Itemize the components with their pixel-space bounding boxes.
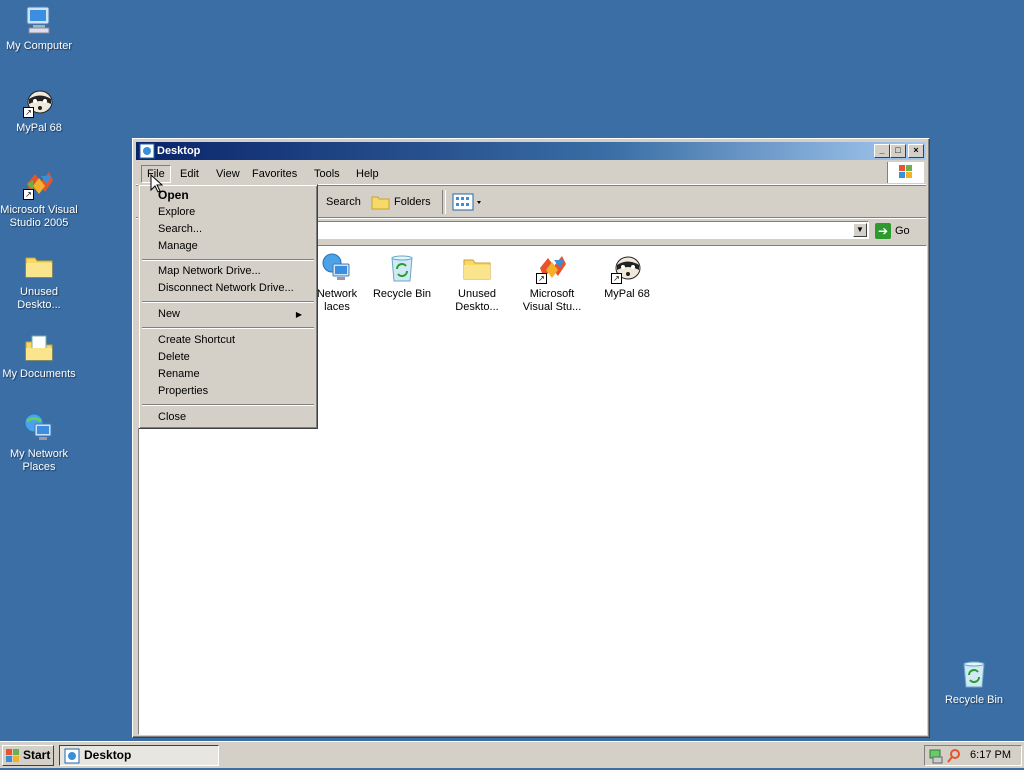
- recycle-bin-icon: [958, 658, 990, 690]
- taskbar: Start Desktop 6:17 PM: [0, 741, 1024, 768]
- menu-help[interactable]: Help: [350, 165, 385, 183]
- system-tray: 6:17 PM: [924, 745, 1022, 766]
- menu-item-open[interactable]: Open: [158, 187, 308, 204]
- my-documents-icon: [23, 332, 55, 364]
- menu-item-close[interactable]: Close: [158, 409, 308, 426]
- recycle-bin-icon: [386, 252, 418, 284]
- minimize-button[interactable]: _: [874, 144, 890, 158]
- views-button[interactable]: [448, 191, 488, 213]
- menu-item-search[interactable]: Search...: [158, 221, 308, 238]
- shortcut-arrow-icon: ↗: [536, 273, 547, 284]
- menu-view[interactable]: View: [210, 165, 246, 183]
- desktop-icon-network-places[interactable]: My Network Places: [0, 412, 79, 474]
- menu-item-manage[interactable]: Manage: [158, 238, 308, 255]
- title-bar[interactable]: Desktop _ □ ×: [136, 142, 926, 160]
- menu-item-create-shortcut[interactable]: Create Shortcut: [158, 332, 308, 349]
- address-input[interactable]: ▼: [314, 221, 869, 239]
- toolbar-separator: [442, 190, 446, 214]
- desktop-icon-mypal[interactable]: ↗ MyPal 68: [0, 86, 79, 135]
- shortcut-arrow-icon: ↗: [23, 189, 34, 200]
- clock[interactable]: 6:17 PM: [970, 749, 1011, 761]
- menu-favorites[interactable]: Favorites: [246, 165, 303, 183]
- taskbar-button-desktop[interactable]: Desktop: [59, 745, 219, 766]
- menu-bar: File Edit View Favorites Tools Help: [136, 162, 926, 185]
- go-arrow-icon: ➔: [875, 223, 891, 239]
- window-icon: [139, 143, 155, 159]
- folders-button[interactable]: Folders: [368, 191, 435, 213]
- address-dropdown-button[interactable]: ▼: [853, 223, 867, 237]
- shortcut-arrow-icon: ↗: [611, 273, 622, 284]
- menu-tools[interactable]: Tools: [308, 165, 346, 183]
- windows-logo-icon: [887, 162, 924, 183]
- menu-separator: [142, 404, 314, 406]
- folders-icon: [371, 194, 391, 218]
- menu-separator: [142, 327, 314, 329]
- windows-flag-icon: [6, 749, 20, 769]
- close-button[interactable]: ×: [908, 144, 924, 158]
- menu-item-disconnect-network-drive[interactable]: Disconnect Network Drive...: [158, 280, 308, 297]
- menu-item-map-network-drive[interactable]: Map Network Drive...: [158, 263, 308, 280]
- folder-icon: [461, 252, 493, 284]
- submenu-arrow-icon: ▶: [295, 310, 302, 319]
- folder-icon: [23, 250, 55, 282]
- search-tray-icon[interactable]: [946, 748, 962, 767]
- menu-item-delete[interactable]: Delete: [158, 349, 308, 366]
- visual-studio-icon: ↗: [536, 252, 568, 284]
- file-item-visual-studio[interactable]: ↗ Microsoft Visual Stu...: [512, 252, 592, 314]
- shortcut-arrow-icon: ↗: [23, 107, 34, 118]
- views-icon: [452, 193, 484, 211]
- visual-studio-icon: ↗: [23, 168, 55, 200]
- menu-item-new[interactable]: New ▶: [158, 306, 308, 323]
- desktop-icon-visual-studio[interactable]: ↗ Microsoft Visual Studio 2005: [0, 168, 79, 230]
- desktop-icon-recycle-bin[interactable]: Recycle Bin: [934, 658, 1014, 707]
- mouse-cursor-icon: [150, 173, 164, 197]
- network-tray-icon[interactable]: [928, 748, 944, 767]
- menu-item-properties[interactable]: Properties: [158, 383, 308, 400]
- file-item-recycle-bin[interactable]: Recycle Bin: [362, 252, 442, 301]
- desktop-icon-my-documents[interactable]: My Documents: [0, 332, 79, 381]
- window-title: Desktop: [157, 145, 201, 157]
- my-computer-icon: [23, 4, 55, 36]
- desktop-icon-unused-desktop[interactable]: Unused Deskto...: [0, 250, 79, 312]
- menu-separator: [142, 259, 314, 261]
- maximize-button[interactable]: □: [890, 144, 906, 158]
- menu-edit[interactable]: Edit: [174, 165, 205, 183]
- window-icon: [64, 748, 80, 770]
- network-places-icon: [321, 252, 353, 284]
- menu-item-explore[interactable]: Explore: [158, 204, 308, 221]
- file-item-unused-desktop[interactable]: Unused Deskto...: [437, 252, 517, 314]
- go-button[interactable]: ➔ Go: [873, 221, 910, 241]
- file-menu-dropdown: Open Explore Search... Manage Map Networ…: [138, 184, 318, 429]
- desktop-icon-my-computer[interactable]: My Computer: [0, 4, 79, 53]
- file-item-mypal[interactable]: ↗ MyPal 68: [587, 252, 667, 301]
- mypal-icon: ↗: [23, 86, 55, 118]
- start-button[interactable]: Start: [2, 745, 54, 766]
- network-places-icon: [23, 412, 55, 444]
- menu-item-rename[interactable]: Rename: [158, 366, 308, 383]
- search-button[interactable]: Search: [322, 191, 365, 213]
- menu-separator: [142, 301, 314, 303]
- mypal-icon: ↗: [611, 252, 643, 284]
